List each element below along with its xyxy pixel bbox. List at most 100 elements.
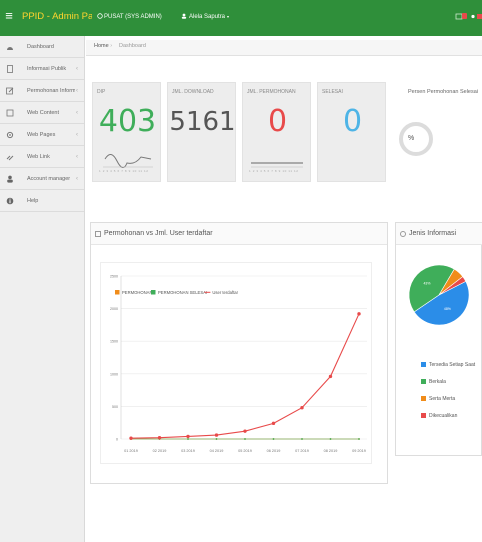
stat-card-dip: DIP 403 1 2 3 4 5 6 7 8 9 10 11 12 [92, 82, 161, 182]
chevron-left-icon: ‹ [76, 154, 78, 160]
sidebar-item-label: Dashboard [27, 44, 54, 50]
stat-card-download: JML. DOWNLOAD 5161 [167, 82, 236, 182]
sidebar-item-label: Informasi Publik [27, 66, 67, 72]
data-point[interactable] [243, 429, 247, 433]
legend-swatch [421, 362, 426, 368]
breadcrumb-home[interactable]: Home › [94, 43, 112, 49]
document-icon [7, 65, 13, 73]
x-tick-label: 03 2019 [181, 449, 195, 453]
hamburger-menu-icon[interactable]: ≡ [3, 9, 15, 23]
chart-icon [95, 231, 101, 237]
sidebar: Dashboard Informasi Publik ‹ Permohonan … [0, 36, 85, 542]
stat-card-permohonan: JML. PERMOHONAN 0 1 2 3 4 5 6 7 8 9 10 1… [242, 82, 311, 182]
panel-header: Permohonan vs Jml. User terdaftar [91, 223, 387, 245]
pie-legend-item[interactable]: Dikecualikan [421, 413, 457, 419]
pie-slice-label: 48% [444, 307, 451, 311]
pie-legend-item[interactable]: Tersedia Setiap Saat [421, 362, 475, 368]
data-point[interactable] [358, 438, 360, 440]
y-tick-label: 1500 [110, 340, 118, 344]
pie-chart-panel: Jenis Informasi 48% 43% Tersedia Setiap S… [395, 222, 482, 456]
y-tick-label: 0 [116, 438, 118, 442]
data-point[interactable] [244, 438, 246, 440]
legend-label: Dikecualikan [429, 413, 458, 419]
notification-icons[interactable] [455, 12, 482, 22]
data-point[interactable] [329, 438, 332, 440]
sidebar-item-web-pages[interactable]: Web Pages ‹ [0, 124, 84, 146]
stat-title: JML. DOWNLOAD [172, 89, 214, 95]
data-point[interactable] [187, 438, 189, 440]
legend-swatch [421, 396, 426, 402]
x-tick-label: 07 2019 [295, 449, 309, 453]
data-point[interactable] [328, 374, 333, 379]
sidebar-item-label: Help [27, 198, 39, 204]
legend-label: Serta Merta [429, 396, 456, 402]
y-tick-label: 500 [112, 405, 118, 409]
sidebar-item-label: Account manager [27, 176, 71, 182]
stat-title: SELESAI [322, 89, 343, 95]
chevron-left-icon: ‹ [76, 66, 78, 72]
data-point[interactable] [214, 433, 219, 437]
legend-label: Berkala [429, 379, 446, 385]
y-tick-label: 2500 [110, 275, 118, 279]
sidebar-item-web-content[interactable]: Web Content ‹ [0, 102, 84, 124]
legend-label: Tersedia Setiap Saat [429, 362, 476, 368]
sidebar-item-dashboard[interactable]: Dashboard [0, 36, 84, 58]
legend-item-0[interactable]: PERMOHONAN [115, 290, 152, 295]
completion-gauge [399, 122, 433, 156]
panel-title: Jenis Informasi [409, 230, 457, 237]
data-point[interactable] [357, 312, 361, 316]
sidebar-item-web-link[interactable]: Web Link ‹ [0, 146, 84, 168]
stat-value: 5161 [169, 107, 236, 137]
pie-legend-item[interactable]: Berkala [421, 379, 446, 385]
sidebar-item-permohonan-informasi[interactable]: Permohonan Informasi ‹ [0, 80, 84, 102]
chevron-left-icon: ‹ [76, 110, 78, 116]
y-tick-label: 1000 [110, 372, 118, 376]
sidebar-item-label: Web Content [27, 110, 60, 116]
legend-label: User terdaftar [212, 290, 238, 295]
data-point[interactable] [215, 438, 218, 440]
data-point[interactable] [301, 438, 303, 440]
dashboard-icon [7, 47, 13, 50]
user-icon [7, 175, 13, 183]
legend-item-1[interactable]: PERMOHONAN SELESAI [151, 290, 207, 295]
x-tick-label: 08 2019 [324, 449, 338, 453]
user-name: Alela Saputra [189, 14, 226, 20]
line-chart: 0 500 1000 1500 2000 2500 01 2019 02 2019 03 201… [110, 275, 367, 453]
sidebar-item-label: Permohonan Informasi [27, 88, 75, 94]
dip-sparkline [103, 154, 153, 168]
data-point[interactable] [271, 421, 276, 426]
data-point[interactable] [300, 406, 304, 410]
flag-icon [477, 14, 482, 19]
data-point[interactable] [272, 438, 275, 440]
breadcrumb-current: Dashboard [119, 43, 146, 49]
x-tick-label: 05 2019 [238, 449, 252, 453]
sparkline-ticks: 1 2 3 4 5 6 7 8 9 10 11 12 [99, 169, 149, 173]
sidebar-item-label: Web Link [27, 154, 50, 160]
x-tick-label: 06 2019 [267, 449, 281, 453]
bell-icon [471, 14, 475, 19]
x-tick-label: 09 2019 [352, 449, 366, 453]
x-tick-label: 04 2019 [210, 449, 224, 453]
chevron-left-icon [76, 190, 82, 212]
building-icon [97, 13, 103, 19]
breadcrumb: Home › Dashboard [86, 40, 482, 56]
sidebar-item-account-manager[interactable]: Account manager ‹ [0, 168, 84, 190]
legend-swatch [151, 290, 156, 295]
pie-legend-item[interactable]: Serta Merta [421, 396, 455, 402]
data-point[interactable] [186, 434, 190, 439]
sidebar-item-informasi-publik[interactable]: Informasi Publik ‹ [0, 58, 84, 80]
sparkline-ticks: 1 2 3 4 5 6 7 8 9 10 11 12 [249, 169, 299, 173]
data-point[interactable] [157, 435, 162, 440]
app-brand[interactable]: PPID - Admin Page [22, 9, 92, 25]
legend-item-2[interactable]: User terdaftar [204, 290, 239, 295]
legend-swatch [421, 413, 426, 419]
chevron-left-icon [76, 36, 82, 58]
sidebar-item-label: Web Pages [27, 132, 56, 138]
legend-swatch [421, 379, 426, 385]
y-tick-label: 2000 [110, 307, 118, 311]
user-menu[interactable]: Alela Saputra ▾ [181, 11, 261, 23]
data-point[interactable] [129, 436, 133, 440]
sidebar-item-help[interactable]: Help [0, 190, 84, 212]
pie-slice-label: 43% [423, 282, 430, 286]
file-icon [6, 109, 14, 117]
